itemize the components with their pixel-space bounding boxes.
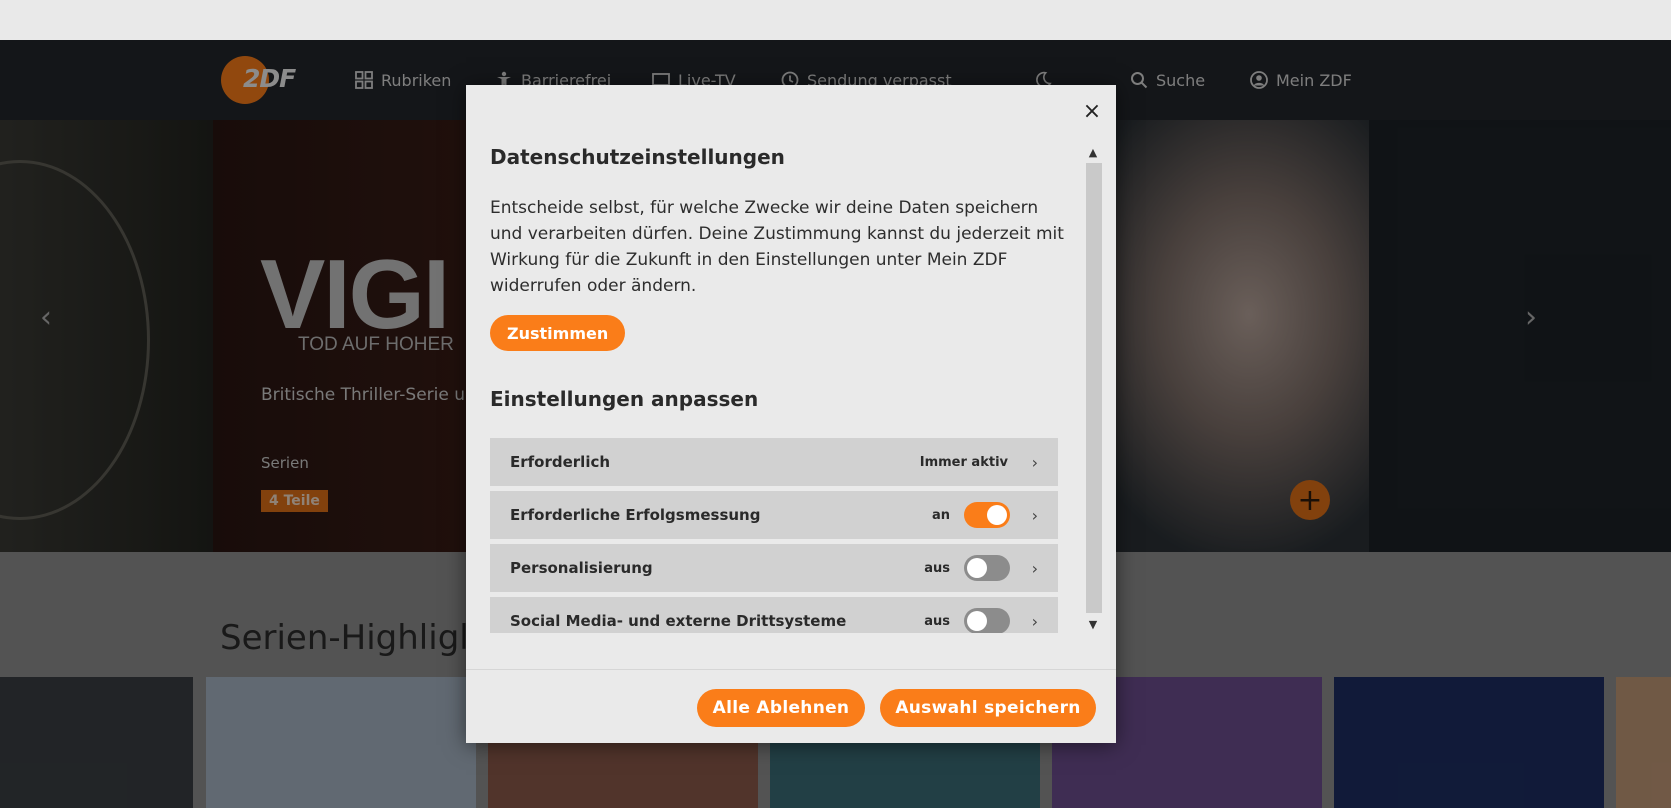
category-label: Erforderliche Erfolgsmessung bbox=[510, 506, 761, 524]
chevron-right-icon[interactable]: › bbox=[1022, 559, 1038, 578]
dialog-scroll-area[interactable]: Datenschutzeinstellungen Entscheide selb… bbox=[490, 143, 1066, 633]
category-row-personalisierung[interactable]: Personalisierung aus › bbox=[490, 544, 1058, 592]
chevron-right-icon[interactable]: › bbox=[1022, 506, 1038, 525]
privacy-settings-dialog: × Datenschutzeinstellungen Entscheide se… bbox=[466, 85, 1116, 743]
chevron-right-icon[interactable]: › bbox=[1022, 612, 1038, 631]
category-row-erforderlich[interactable]: Erforderlich Immer aktiv › bbox=[490, 438, 1058, 486]
scroll-down-icon[interactable]: ▼ bbox=[1084, 615, 1102, 633]
category-row-social-media[interactable]: Social Media- und externe Drittsysteme a… bbox=[490, 597, 1058, 633]
dialog-title: Datenschutzeinstellungen bbox=[490, 145, 785, 169]
toggle-switch[interactable] bbox=[964, 502, 1010, 528]
agree-button[interactable]: Zustimmen bbox=[490, 315, 626, 351]
category-label: Erforderlich bbox=[510, 453, 611, 471]
chevron-right-icon[interactable]: › bbox=[1022, 453, 1038, 472]
category-row-erfolgsmessung[interactable]: Erforderliche Erfolgsmessung an › bbox=[490, 491, 1058, 539]
save-selection-button[interactable]: Auswahl speichern bbox=[880, 689, 1096, 727]
browser-top-strip bbox=[0, 0, 1671, 40]
scroll-up-icon[interactable]: ▲ bbox=[1084, 143, 1102, 161]
scrollbar-thumb[interactable] bbox=[1086, 163, 1102, 613]
toggle-knob bbox=[987, 505, 1007, 525]
toggle-switch[interactable] bbox=[964, 555, 1010, 581]
category-label: Social Media- und externe Drittsysteme bbox=[510, 612, 847, 630]
dialog-description: Entscheide selbst, für welche Zwecke wir… bbox=[490, 198, 1064, 296]
dialog-footer: Alle Ablehnen Auswahl speichern bbox=[466, 669, 1116, 743]
toggle-knob bbox=[967, 558, 987, 578]
dialog-scrollbar[interactable]: ▲ ▼ bbox=[1084, 143, 1102, 633]
close-button[interactable]: × bbox=[1080, 98, 1104, 124]
category-state: Immer aktiv bbox=[919, 454, 1008, 470]
category-state: aus bbox=[924, 560, 950, 576]
reject-all-button[interactable]: Alle Ablehnen bbox=[697, 689, 865, 727]
category-label: Personalisierung bbox=[510, 559, 653, 577]
settings-heading: Einstellungen anpassen bbox=[490, 387, 759, 411]
toggle-switch[interactable] bbox=[964, 608, 1010, 633]
toggle-knob bbox=[967, 611, 987, 631]
category-state: an bbox=[931, 507, 950, 523]
close-icon: × bbox=[1082, 98, 1102, 124]
category-state: aus bbox=[924, 613, 950, 629]
